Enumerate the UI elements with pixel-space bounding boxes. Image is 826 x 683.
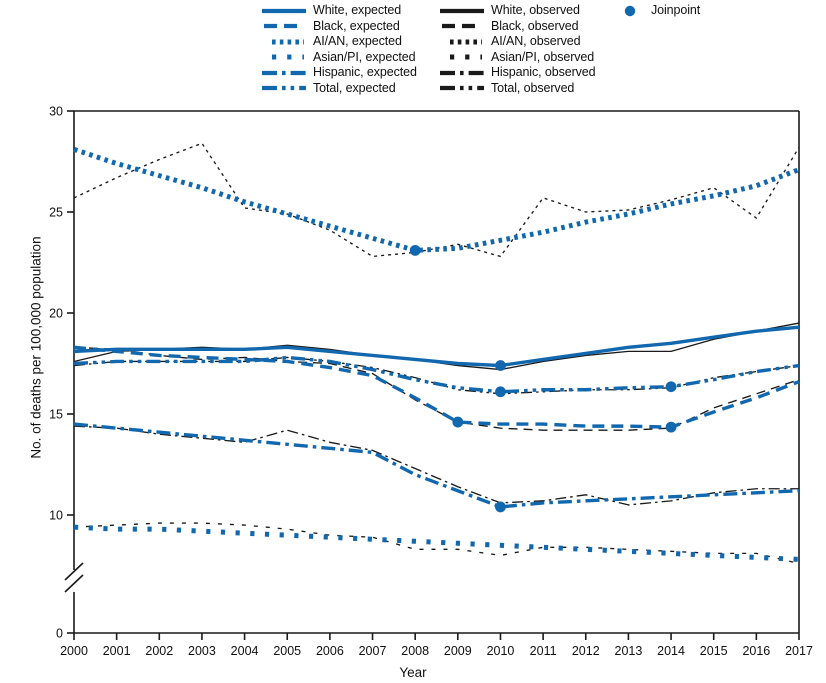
x-tick-label: 2004 <box>231 644 259 658</box>
y-tick-label: 15 <box>49 408 63 422</box>
chart-legend: White, expected Black, expected AI/AN, exp… <box>0 0 826 100</box>
expected-series-group <box>73 147 800 562</box>
joinpoint-marker[interactable] <box>409 244 421 256</box>
y-axis-ticks: 0 10 15 20 25 30 <box>49 105 74 641</box>
legend-item[interactable]: Hispanic, expected <box>262 65 417 81</box>
legend-item[interactable]: Total, observed <box>440 81 596 97</box>
series-line <box>73 425 799 506</box>
legend-item[interactable]: AI/AN, expected <box>262 34 417 50</box>
line-key-solid <box>440 5 484 17</box>
joinpoint-marker <box>600 5 644 17</box>
x-tick-label: 2017 <box>785 644 813 658</box>
y-axis-title: No. of deaths per 100,000 population <box>28 236 44 459</box>
legend-column-expected: White, expected Black, expected AI/AN, exp… <box>262 3 417 96</box>
legend-item[interactable]: Hispanic, observed <box>440 65 596 81</box>
y-tick-label: 30 <box>49 105 63 119</box>
joinpoint-marker[interactable] <box>665 421 677 433</box>
legend-item-label: White, observed <box>491 3 580 17</box>
series-line <box>73 345 800 429</box>
legend-item[interactable]: Asian/PI, expected <box>262 50 417 66</box>
legend-item[interactable]: Total, expected <box>262 81 417 97</box>
series-line <box>73 147 800 253</box>
joinpoint-chart-figure: White, expected Black, expected AI/AN, exp… <box>0 0 826 683</box>
legend-item-label: Hispanic, observed <box>491 65 596 79</box>
x-tick-label: 2002 <box>145 644 173 658</box>
x-tick-label: 2014 <box>657 644 685 658</box>
series-line <box>73 142 800 258</box>
line-key-dot <box>262 36 306 48</box>
series-line <box>73 524 800 562</box>
line-key-sparsedot <box>262 51 306 63</box>
legend-item-label: Total, expected <box>313 80 396 95</box>
legend-item-label: AI/AN, expected <box>313 34 402 48</box>
observed-series-group <box>73 142 800 565</box>
legend-column-observed: White, observed Black, observed AI/AN, obs… <box>440 3 596 96</box>
x-tick-label: 2008 <box>401 644 429 658</box>
y-tick-label: 0 <box>56 627 63 641</box>
x-tick-label: 2013 <box>615 644 643 658</box>
x-tick-label: 2011 <box>530 644 557 658</box>
x-tick-label: 2001 <box>103 644 131 658</box>
legend-item[interactable]: AI/AN, observed <box>440 34 596 50</box>
x-axis-title: Year <box>399 665 427 680</box>
legend-item[interactable]: Black, observed <box>440 19 596 35</box>
x-tick-label: 2006 <box>316 644 344 658</box>
legend-item[interactable]: Joinpoint <box>600 3 700 19</box>
joinpoint-marker[interactable] <box>452 416 464 428</box>
axes <box>64 110 800 634</box>
legend-item-label: Asian/PI, expected <box>313 49 416 64</box>
line-key-dashdot <box>440 67 484 79</box>
joinpoint-marker[interactable] <box>665 381 677 393</box>
line-key-dash <box>262 20 306 32</box>
y-tick-label: 20 <box>49 307 63 321</box>
x-tick-label: 2015 <box>700 644 728 658</box>
y-tick-label: 25 <box>49 206 63 220</box>
line-key-dashdotdot <box>440 82 484 94</box>
legend-item-label: Asian/PI, observed <box>491 49 595 64</box>
x-tick-label: 2007 <box>359 644 387 658</box>
legend-item-label: Joinpoint <box>651 3 701 17</box>
line-key-dashdot <box>262 67 306 79</box>
plot-area: 0 10 15 20 25 30 2000 2001 2002 2003 2004 2005 2006 2… <box>0 100 826 683</box>
plot-svg: 010152025302000 2001 2002 2003 2004 2005 2006 2… <box>49 105 813 659</box>
series-line <box>73 522 800 565</box>
series-line <box>73 346 800 431</box>
joinpoint-marker[interactable] <box>495 501 506 513</box>
x-tick-label: 2009 <box>444 644 472 658</box>
legend-item[interactable]: White, observed <box>440 3 596 19</box>
line-key-solid <box>262 5 306 17</box>
joinpoint-markers <box>409 244 677 513</box>
joinpoint-marker[interactable] <box>495 386 506 398</box>
legend-item[interactable]: Black, expected <box>262 19 417 35</box>
line-key-sparsedot <box>440 51 484 63</box>
x-tick-label: 2016 <box>742 644 770 658</box>
x-tick-label: 2003 <box>188 644 216 658</box>
line-key-dashdotdot <box>262 82 306 94</box>
x-tick-label: 2012 <box>572 644 600 658</box>
legend-item-label: Hispanic, expected <box>313 65 417 79</box>
x-axis-ticks: 2000 2001 2002 2003 2004 2005 2006 2007 2008 2009… <box>60 633 813 658</box>
x-tick-label: 2010 <box>487 644 515 658</box>
line-key-dash <box>440 20 484 32</box>
legend-item-label: White, expected <box>313 3 402 17</box>
joinpoint-marker[interactable] <box>495 360 506 371</box>
legend-item[interactable]: Asian/PI, observed <box>440 50 596 66</box>
legend-item-label: Total, observed <box>491 80 575 95</box>
legend-item-label: Black, expected <box>313 18 400 33</box>
x-tick-label: 2005 <box>273 644 301 658</box>
x-tick-label: 2000 <box>60 644 88 658</box>
line-key-dot <box>440 36 484 48</box>
legend-column-joinpoint: Joinpoint <box>600 3 700 19</box>
legend-item[interactable]: White, expected <box>262 3 417 19</box>
legend-item-label: AI/AN, observed <box>491 34 581 48</box>
y-tick-label: 10 <box>49 509 63 523</box>
legend-item-label: Black, observed <box>491 18 579 33</box>
